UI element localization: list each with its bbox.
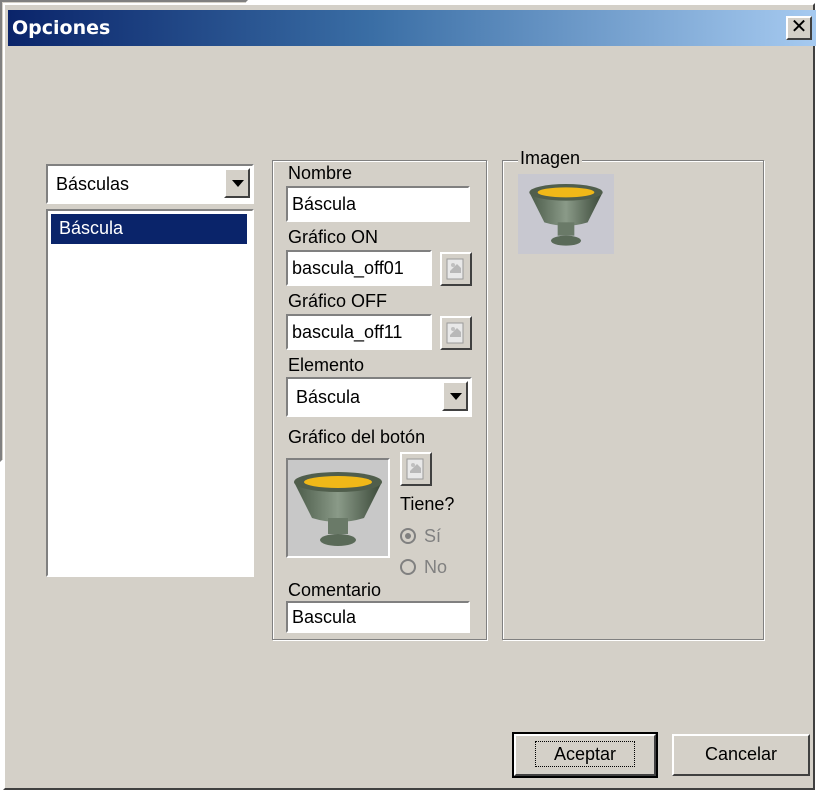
grafico-off-field[interactable]: bascula_off11 [286, 314, 432, 350]
radio-checked-icon [400, 528, 416, 544]
close-button[interactable]: ✕ [786, 16, 812, 40]
radio-si[interactable]: Sí [400, 526, 441, 547]
grafico-off-browse-button[interactable] [440, 316, 472, 350]
button-graphic-browse-button[interactable] [400, 452, 432, 486]
radio-no-label: No [424, 557, 448, 577]
elemento-combo[interactable]: Báscula [286, 377, 472, 417]
grafico-on-field[interactable]: bascula_off01 [286, 250, 432, 286]
comentario-label: Comentario [288, 580, 382, 600]
category-combo[interactable]: Básculas [46, 164, 254, 204]
category-combo-value: Básculas [56, 174, 130, 194]
dialog-title: Opciones [12, 17, 111, 39]
chevron-down-icon[interactable] [442, 381, 468, 411]
radio-si-label: Sí [424, 526, 442, 546]
radio-unchecked-icon [400, 559, 416, 575]
item-listbox[interactable]: Báscula [46, 209, 254, 577]
imagen-label: Imagen [518, 148, 583, 169]
nombre-field[interactable]: Báscula [286, 186, 470, 222]
accept-button-label: Aceptar [534, 741, 636, 767]
comentario-field[interactable]: Bascula [286, 601, 470, 633]
cancel-button-label: Cancelar [704, 744, 778, 764]
elemento-label: Elemento [288, 355, 365, 375]
radio-no[interactable]: No [400, 557, 447, 578]
button-graphic-preview [286, 458, 390, 558]
imagen-preview [518, 174, 614, 254]
grafico-boton-label: Gráfico del botón [288, 427, 426, 447]
close-icon: ✕ [790, 16, 808, 38]
nombre-label: Nombre [288, 163, 353, 183]
browse-file-icon [406, 458, 424, 480]
cancel-button[interactable]: Cancelar [672, 734, 810, 776]
tiene-label: Tiene? [400, 494, 455, 514]
grafico-off-label: Gráfico OFF [288, 291, 388, 311]
chevron-down-icon[interactable] [224, 168, 250, 198]
scale-bowl-icon [294, 472, 382, 546]
title-bar[interactable]: Opciones ✕ [8, 10, 816, 46]
browse-file-icon [446, 258, 464, 280]
browse-file-icon [446, 322, 464, 344]
list-item[interactable]: Báscula [51, 214, 247, 244]
accept-button[interactable]: Aceptar [512, 732, 658, 778]
elemento-combo-value: Báscula [296, 387, 361, 407]
scale-bowl-icon [529, 184, 603, 246]
grafico-on-browse-button[interactable] [440, 252, 472, 286]
grafico-on-label: Gráfico ON [288, 227, 379, 247]
